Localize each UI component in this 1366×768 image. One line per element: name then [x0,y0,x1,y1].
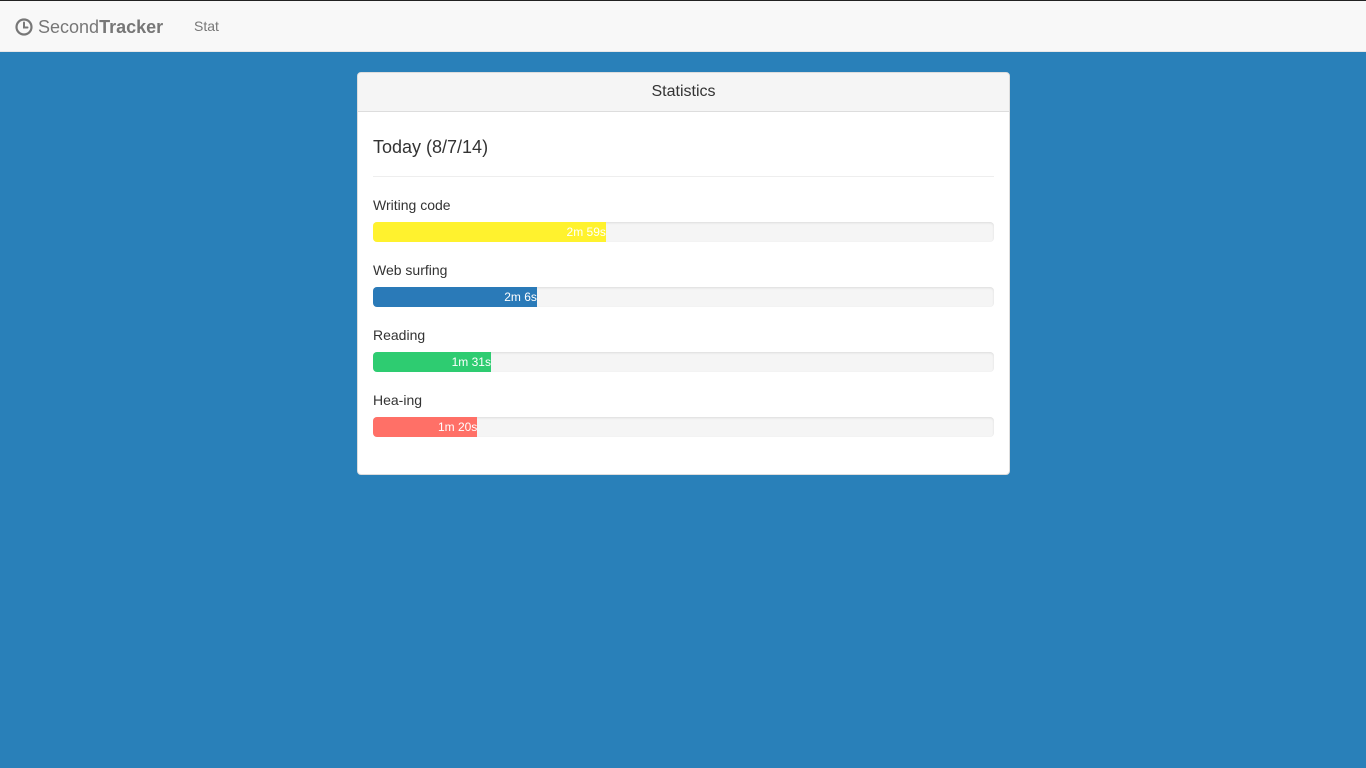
activity-label: Hea-ing [373,392,423,408]
top-navbar: Second Tracker Stat [0,0,1366,52]
progress-track: 1m 31s [373,352,994,372]
divider [373,176,994,177]
activity-row: Reading 1m 31s [373,325,994,372]
statistics-panel: Statistics Today (8/7/14) Writing code 2… [357,72,1010,475]
progress-bar: 2m 59s [373,222,606,242]
panel-body: Today (8/7/14) Writing code 2m 59s Web s… [358,135,1009,437]
activity-label: Writing code [373,197,451,213]
progress-track: 2m 59s [373,222,994,242]
today-heading: Today (8/7/14) [373,137,489,157]
progress-bar: 2m 6s [373,287,537,307]
activity-label: Reading [373,327,426,343]
brand-link[interactable]: Second Tracker [15,15,163,39]
activity-label: Web surfing [373,262,448,278]
progress-bar: 1m 31s [373,352,491,372]
clock-icon [15,18,33,36]
activity-row: Writing code 2m 59s [373,195,994,242]
progress-track: 2m 6s [373,287,994,307]
nav-link-stat[interactable]: Stat [194,18,219,34]
panel-heading: Statistics [358,73,1009,112]
activity-row: Web surfing 2m 6s [373,260,994,307]
progress-bar: 1m 20s [373,417,478,437]
brand-name-light: Second [38,16,100,37]
progress-track: 1m 20s [373,417,994,437]
activity-row: Hea-ing 1m 20s [373,390,994,437]
brand-name-bold: Tracker [99,16,164,37]
